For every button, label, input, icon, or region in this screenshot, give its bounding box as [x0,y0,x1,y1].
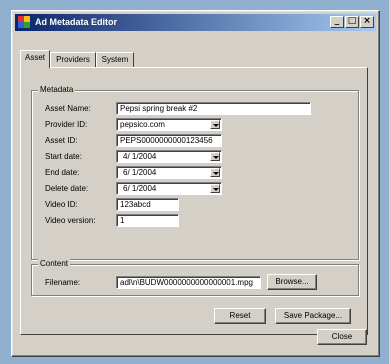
chevron-down-icon[interactable] [210,152,220,161]
ad-metadata-editor-window: Ad Metadata Editor _ □ × Asset Providers… [11,10,380,357]
content-legend: Content [38,259,71,269]
provider-id-select[interactable]: pepsico.com [116,118,222,131]
maximize-button[interactable]: □ [345,16,359,28]
close-window-button[interactable]: × [360,16,374,28]
window-title: Ad Metadata Editor [35,17,118,27]
asset-tab-panel: Metadata Asset Name: Pepsi spring break … [20,67,368,335]
asset-name-label: Asset Name: [45,104,91,113]
delete-date-value: 6/ 1/2004 [123,184,157,193]
end-date-value: 6/ 1/2004 [123,168,157,177]
video-id-label: Video ID: [45,200,78,209]
browse-button[interactable]: Browse... [267,274,317,290]
chevron-down-icon[interactable] [210,120,220,129]
end-date-label: End date: [45,168,80,177]
start-date-value: 4/ 1/2004 [123,152,157,161]
provider-id-label: Provider ID: [45,120,88,129]
video-id-field[interactable]: 123abcd [116,198,179,211]
reset-button[interactable]: Reset [214,308,266,324]
video-version-field[interactable]: 1 [116,214,179,227]
asset-name-field[interactable]: Pepsi spring break #2 [116,102,311,115]
video-version-label: Video version: [45,216,96,225]
start-date-label: Start date: [45,152,82,161]
filename-field[interactable]: adl\n\BUDW0000000000000001.mpg [116,276,261,289]
minimize-button[interactable]: _ [330,16,344,28]
tab-system[interactable]: System [96,52,134,67]
app-icon [18,16,31,29]
metadata-group: Metadata Asset Name: Pepsi spring break … [31,85,359,260]
chevron-down-icon[interactable] [210,168,220,177]
close-button[interactable]: Close [317,329,367,345]
chevron-down-icon[interactable] [210,184,220,193]
asset-id-label: Asset ID: [45,136,78,145]
asset-id-field[interactable]: PEPS0000000000123456 [116,134,222,147]
tab-asset[interactable]: Asset [20,50,50,68]
tab-providers[interactable]: Providers [50,52,96,67]
content-group: Content Filename: adl\n\BUDW000000000000… [31,259,359,296]
metadata-legend: Metadata [38,85,76,95]
end-date-picker[interactable]: 6/ 1/2004 [116,166,222,179]
provider-id-value: pepsico.com [120,120,165,129]
start-date-picker[interactable]: 4/ 1/2004 [116,150,222,163]
delete-date-label: Delete date: [45,184,89,193]
filename-label: Filename: [45,278,81,287]
delete-date-picker[interactable]: 6/ 1/2004 [116,182,222,195]
title-bar[interactable]: Ad Metadata Editor _ □ × [15,14,376,31]
save-package-button[interactable]: Save Package... [275,308,351,324]
